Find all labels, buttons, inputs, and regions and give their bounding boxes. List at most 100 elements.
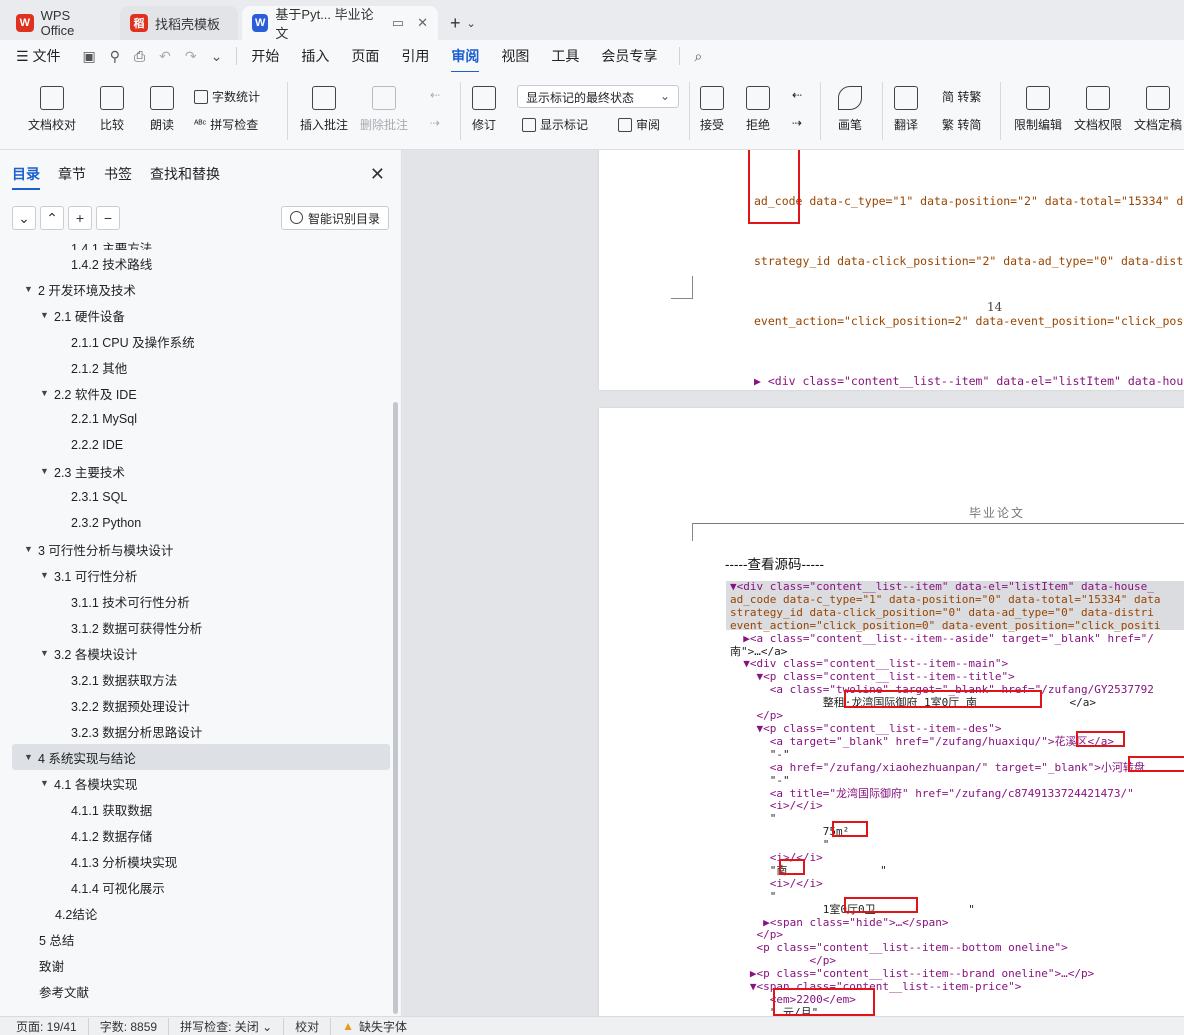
toc-item[interactable]: ▼ 2.2 软件及 IDE — [12, 380, 390, 406]
add-icon[interactable]: + — [68, 206, 92, 230]
accept-button[interactable]: 接受 — [700, 86, 724, 133]
next-change-button[interactable]: ⇢ — [792, 116, 802, 130]
nav-tab-find-replace[interactable]: 查找和替换 — [150, 164, 220, 184]
review-pane-button[interactable]: 审阅 — [618, 116, 660, 133]
toc-item[interactable]: 4.1.3 分析模块实现 — [12, 848, 390, 874]
toc-item[interactable]: ▼ 3.1 可行性分析 — [12, 562, 390, 588]
tab-wps-office[interactable]: W WPS Office — [6, 6, 116, 40]
toc-item[interactable]: 致谢 — [12, 952, 390, 978]
toc-item[interactable]: 4.1.1 获取数据 — [12, 796, 390, 822]
toc-item[interactable]: 2.1.1 CPU 及操作系统 — [12, 328, 390, 354]
expand-arrow-icon[interactable]: ▼ — [24, 544, 38, 554]
spell-check-status[interactable]: 拼写检查: 关闭 ⌄ — [169, 1017, 285, 1035]
finalize-button[interactable]: 文档定稿 — [1134, 86, 1182, 133]
toc-item[interactable]: 参考文献 — [12, 978, 390, 1004]
expand-arrow-icon[interactable]: ▼ — [24, 284, 38, 294]
toc-item[interactable]: 3.1.2 数据可获得性分析 — [12, 614, 390, 640]
nav-tab-bookmark[interactable]: 书签 — [104, 164, 132, 184]
tab-document[interactable]: W 基于Pyt... 毕业论文 ▭ ✕ — [242, 6, 438, 41]
share-icon[interactable]: ⚲ — [110, 48, 120, 65]
toc-item[interactable]: ▼ 4 系统实现与结论 — [12, 744, 390, 770]
proof-status[interactable]: 校对 — [284, 1017, 332, 1035]
menu-member[interactable]: 会员专享 — [601, 46, 657, 66]
toc-item[interactable]: 2.1.2 其他 — [12, 354, 390, 380]
more-chevron-icon[interactable]: ⌄ — [211, 48, 223, 65]
toc-item[interactable]: 1.4.1 主要方法 — [12, 236, 390, 250]
prev-change-button[interactable]: ⇠ — [792, 88, 802, 102]
spell-check-button[interactable]: ᴬᴮᶜ 拼写检查 — [194, 116, 258, 133]
pen-button[interactable]: 画笔 — [838, 86, 862, 133]
new-tab-button[interactable]: + ⌄ — [442, 6, 484, 40]
markup-display-select[interactable]: 显示标记的最终状态 ⌄ — [517, 85, 679, 108]
expand-arrow-icon[interactable]: ▼ — [40, 648, 54, 658]
missing-font-status[interactable]: ▲ 缺失字体 — [331, 1018, 418, 1035]
toc-item[interactable]: 3.2.2 数据预处理设计 — [12, 692, 390, 718]
expand-down-icon[interactable]: ⌄ — [12, 206, 36, 230]
toc-item[interactable]: 4.2结论 — [12, 900, 390, 926]
expand-arrow-icon[interactable]: ▼ — [40, 310, 54, 320]
toc-item[interactable]: 2.3.1 SQL — [12, 484, 390, 510]
doc-permission-button[interactable]: 文档权限 — [1074, 86, 1122, 133]
page-indicator[interactable]: 页面: 19/41 — [16, 1017, 89, 1035]
read-aloud-button[interactable]: 朗读 — [150, 86, 174, 133]
menu-page[interactable]: 页面 — [351, 46, 379, 66]
toc-item[interactable]: 3.2.1 数据获取方法 — [12, 666, 390, 692]
to-simplified-button[interactable]: 繁 转简 — [942, 116, 981, 133]
track-changes-button[interactable]: 修订 — [472, 86, 496, 133]
insert-comment-button[interactable]: 插入批注 — [300, 86, 348, 133]
expand-arrow-icon[interactable]: ▼ — [40, 570, 54, 580]
menu-insert[interactable]: 插入 — [301, 46, 329, 66]
toc-item[interactable]: ▼ 3.2 各模块设计 — [12, 640, 390, 666]
smart-toc-button[interactable]: 智能识别目录 — [280, 206, 389, 230]
remove-icon[interactable]: − — [96, 206, 120, 230]
toc-item[interactable]: ▼ 4.1 各模块实现 — [12, 770, 390, 796]
toc-item[interactable]: 4.1.2 数据存储 — [12, 822, 390, 848]
save-icon[interactable]: ▣ — [82, 48, 95, 65]
prev-comment-button[interactable]: ⇠ — [430, 88, 440, 102]
print-preview-icon[interactable]: ⎙ — [134, 48, 145, 65]
toc-item[interactable]: 2.2.1 MySql — [12, 406, 390, 432]
to-traditional-button[interactable]: 简 转繁 — [942, 88, 981, 105]
word-count-button[interactable]: 字数统计 — [194, 88, 260, 105]
menu-tools[interactable]: 工具 — [551, 46, 579, 66]
search-icon[interactable]: ⌕ — [694, 48, 702, 65]
toc-item[interactable]: 4.1.4 可视化展示 — [12, 874, 390, 900]
collapse-up-icon[interactable]: ⌃ — [40, 206, 64, 230]
file-menu[interactable]: ☰ 文件 — [16, 46, 60, 66]
tab-docer[interactable]: 稻 找稻壳模板 — [120, 6, 238, 40]
undo-icon[interactable]: ↶ — [159, 48, 171, 65]
redo-icon[interactable]: ↷ — [185, 48, 197, 65]
toc-item[interactable]: 2.3.2 Python — [12, 510, 390, 536]
proofread-button[interactable]: 文档校对 — [28, 86, 76, 133]
menu-view[interactable]: 视图 — [501, 46, 529, 66]
close-tab-icon[interactable]: ✕ — [417, 15, 428, 31]
expand-arrow-icon[interactable]: ▼ — [24, 752, 38, 762]
restrict-edit-button[interactable]: 限制编辑 — [1014, 86, 1062, 133]
toc-item[interactable]: ▼ 2.1 硬件设备 — [12, 302, 390, 328]
reject-button[interactable]: 拒绝 — [746, 86, 770, 133]
toc-item[interactable]: 2.2.2 IDE — [12, 432, 390, 458]
word-count-status[interactable]: 字数: 8859 — [89, 1017, 170, 1035]
toc-scrollbar[interactable] — [393, 402, 398, 1014]
chevron-down-icon[interactable]: ⌄ — [467, 17, 476, 30]
toc-item[interactable]: 5 总结 — [12, 926, 390, 952]
menu-review[interactable]: 审阅 — [451, 46, 480, 73]
menu-start[interactable]: 开始 — [251, 46, 279, 66]
nav-tab-chapter[interactable]: 章节 — [58, 164, 86, 184]
show-markup-button[interactable]: 显示标记 — [522, 116, 588, 133]
expand-arrow-icon[interactable]: ▼ — [40, 778, 54, 788]
next-comment-button[interactable]: ⇢ — [430, 116, 440, 130]
toc-item[interactable]: ▼ 3 可行性分析与模块设计 — [12, 536, 390, 562]
close-icon[interactable]: ✕ — [370, 164, 385, 185]
menu-reference[interactable]: 引用 — [401, 46, 429, 66]
expand-arrow-icon[interactable]: ▼ — [40, 388, 54, 398]
toc-item[interactable]: ▼ 2.3 主要技术 — [12, 458, 390, 484]
toc-item[interactable]: 3.2.3 数据分析思路设计 — [12, 718, 390, 744]
toc-item[interactable]: 1.4.2 技术路线 — [12, 250, 390, 276]
nav-tab-toc[interactable]: 目录 — [12, 164, 40, 190]
expand-arrow-icon[interactable]: ▼ — [40, 466, 54, 476]
compare-button[interactable]: 比较 — [100, 86, 124, 133]
toc-item[interactable]: ▼ 2 开发环境及技术 — [12, 276, 390, 302]
toc-item[interactable]: 3.1.1 技术可行性分析 — [12, 588, 390, 614]
translate-button[interactable]: 翻译 — [894, 86, 918, 133]
